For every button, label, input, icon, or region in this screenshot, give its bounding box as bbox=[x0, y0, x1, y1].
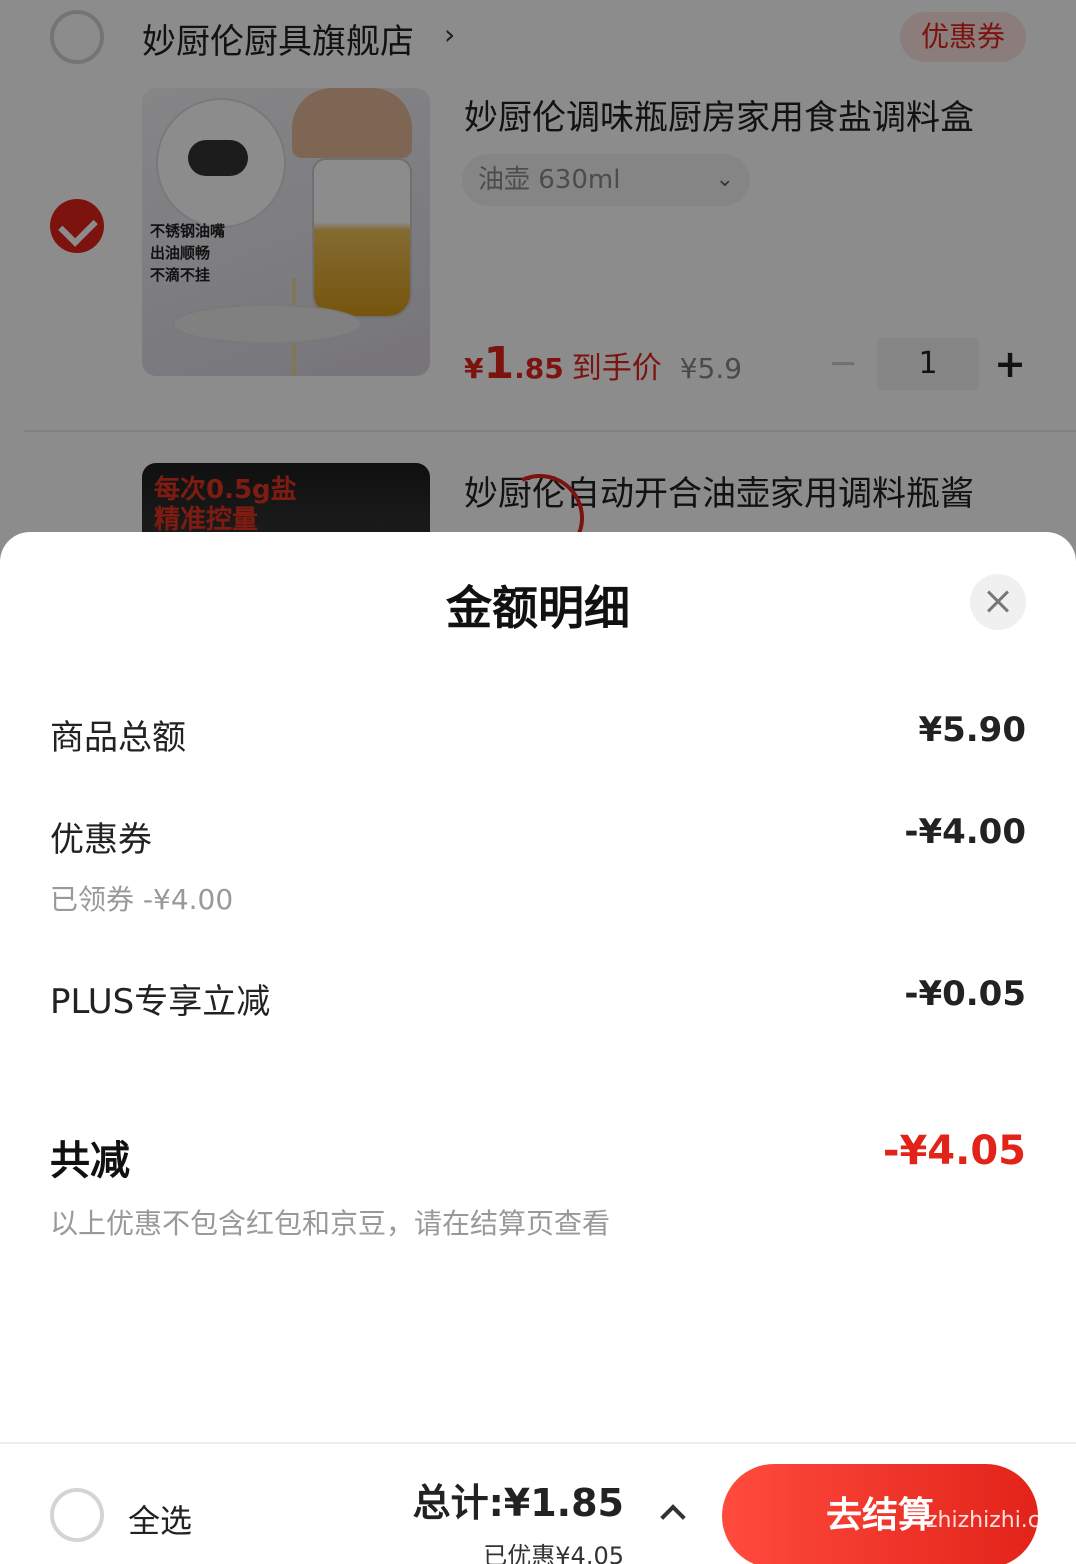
coupon-detail: 已领券 -¥4.00 bbox=[50, 883, 234, 916]
close-icon[interactable] bbox=[970, 574, 1026, 630]
select-all-radio[interactable] bbox=[50, 1488, 104, 1542]
watermark: zhizhizhi.com bbox=[926, 1508, 1075, 1533]
subtotal-label: 商品总额 bbox=[50, 718, 186, 758]
checkout-bar: 全选 总计:¥1.85 已优惠¥4.05 去结算 zhizhizhi.com bbox=[0, 1442, 1076, 1564]
discount-note: 以上优惠不包含红包和京豆，请在结算页查看 bbox=[50, 1207, 611, 1240]
amount-detail-sheet: 金额明细 商品总额 ¥5.90 优惠券 -¥4.00 已领券 -¥4.00 PL… bbox=[0, 532, 1076, 1564]
coupon-label: 优惠券 bbox=[50, 820, 152, 860]
plus-discount-label: PLUS专享立减 bbox=[50, 982, 271, 1022]
total-price: 总计:¥1.85 bbox=[412, 1481, 624, 1525]
total-discount-label: 共减 bbox=[50, 1138, 130, 1184]
sheet-title: 金额明细 bbox=[446, 581, 630, 635]
coupon-value: -¥4.00 bbox=[904, 812, 1026, 852]
select-all-label[interactable]: 全选 bbox=[128, 1496, 192, 1542]
saved-amount: 已优惠¥4.05 bbox=[483, 1542, 624, 1564]
chevron-up-icon[interactable] bbox=[658, 1498, 688, 1528]
subtotal-value: ¥5.90 bbox=[918, 710, 1026, 750]
total-discount-value: -¥4.05 bbox=[882, 1128, 1026, 1174]
plus-discount-value: -¥0.05 bbox=[904, 974, 1026, 1014]
